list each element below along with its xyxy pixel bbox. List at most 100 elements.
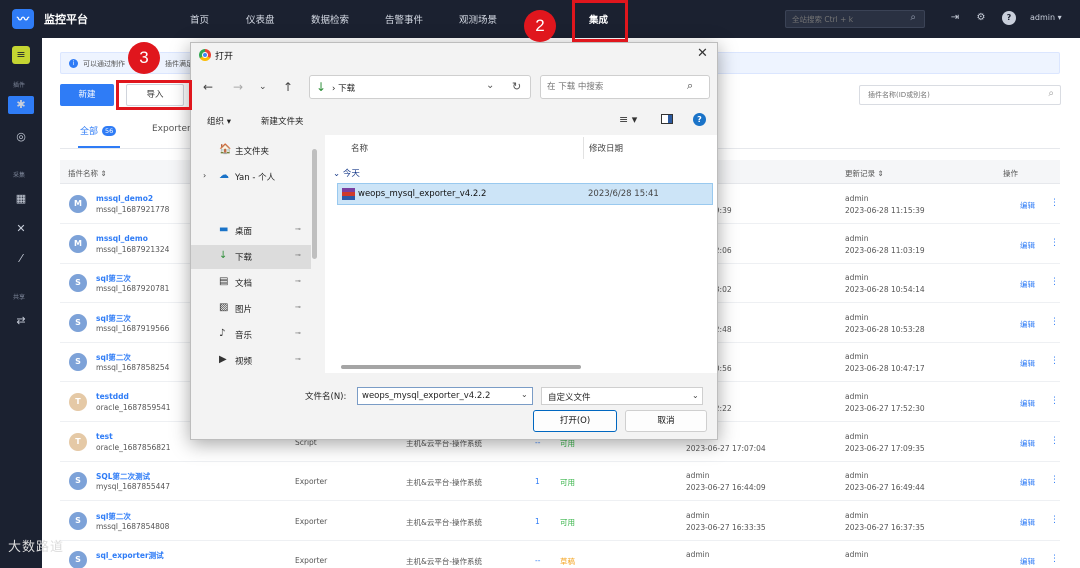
avatar: M [69,234,87,253]
view-options-icon[interactable]: ≡ ▾ [619,113,637,126]
updated-time: 2023-06-27 17:52:30 [845,404,925,413]
pin-icon: ⊸ [295,303,301,311]
filename-input[interactable] [357,387,533,405]
edit-link[interactable]: 编辑 [1020,477,1035,488]
chart-icon[interactable]: ⁄ [12,250,30,268]
back-arrow-icon[interactable]: ← [203,80,213,94]
plugin-id: mysql_1687855447 [96,482,170,492]
cancel-button[interactable]: 取消 [625,410,707,432]
more-icon[interactable]: ⋮ [1050,436,1059,446]
edit-link[interactable]: 编辑 [1020,517,1035,528]
preview-pane-icon[interactable] [661,114,673,124]
tools-icon[interactable]: ✕ [12,220,30,238]
edit-link[interactable]: 编辑 [1020,438,1035,449]
more-icon[interactable]: ⋮ [1050,515,1059,525]
chevron-down-icon[interactable]: ⌄ [486,80,494,91]
avatar: T [69,432,87,451]
group-header-today[interactable]: ⌄ 今天 [333,167,360,179]
tab-all[interactable]: 全部 [80,124,98,137]
plugin-name-link[interactable]: sql第二次 [96,511,131,522]
nav-tree-item[interactable]: 🏠 主文件夹 [191,139,311,163]
open-button[interactable]: 打开(O) [533,410,617,432]
nav-alert-events[interactable]: 告警事件 [385,12,423,26]
more-icon[interactable]: ⋮ [1050,198,1059,208]
edit-link[interactable]: 编辑 [1020,398,1035,409]
plugin-name-link[interactable]: sql_exporter测试 [96,550,164,561]
organize-menu[interactable]: 组织 ▾ [207,115,231,127]
global-search[interactable]: ⌕ [785,10,925,28]
nav-tree-item[interactable]: ▤ 文档 ⊸ [191,271,311,295]
help-icon[interactable]: ? [693,113,706,126]
tab-exporter[interactable]: Exporter [152,124,191,134]
edit-link[interactable]: 编辑 [1020,200,1035,211]
gear-icon[interactable]: ⚙ [974,11,988,25]
file-item[interactable]: weops_mysql_exporter_v4.2.2 2023/6/28 15… [337,183,713,205]
sidebar-group-plugin: 插件 [13,82,26,89]
more-icon[interactable]: ⋮ [1050,356,1059,366]
plugin-search[interactable]: ⌕ [859,85,1061,105]
edit-link[interactable]: 编辑 [1020,358,1035,369]
chevron-down-icon[interactable]: ⌄ [521,390,528,399]
plugin-name-link[interactable]: mssql_demo2 [96,194,153,203]
dialog-search-input[interactable] [547,81,677,93]
plugin-name-link[interactable]: mssql_demo [96,234,148,243]
help-icon[interactable]: ? [1002,11,1016,25]
plugin-name-link[interactable]: test [96,432,113,441]
server-icon[interactable]: ▦ [12,190,30,208]
menu-icon[interactable]: ≡ [12,46,30,64]
new-plugin-button[interactable]: 新建 [60,84,114,106]
puzzle-icon[interactable]: ✱ [8,96,34,114]
plugin-search-input[interactable] [868,89,1038,101]
nav-tree-item[interactable]: ♪ 音乐 ⊸ [191,323,311,347]
more-icon[interactable]: ⋮ [1050,554,1059,564]
col-date-modified[interactable]: 修改日期 [589,142,623,154]
plugin-name-link[interactable]: sql第三次 [96,313,131,324]
col-name[interactable]: 名称 [351,142,368,154]
chrome-icon-center [202,52,208,58]
share-icon[interactable]: ⇄ [12,312,30,330]
nav-pane-scrollbar[interactable] [312,149,317,259]
nav-data-search[interactable]: 数据检索 [311,12,349,26]
more-icon[interactable]: ⋮ [1050,277,1059,287]
edit-link[interactable]: 编辑 [1020,279,1035,290]
nav-tree-item[interactable]: ▶ 视频 ⊸ [191,349,311,373]
updated-by: admin [845,392,869,401]
edit-link[interactable]: 编辑 [1020,556,1035,567]
global-search-input[interactable] [792,13,902,25]
plugin-name-link[interactable]: sql第二次 [96,352,131,363]
nav-tree-item[interactable]: ▨ 图片 ⊸ [191,297,311,321]
edit-link[interactable]: 编辑 [1020,319,1035,330]
recent-chevron-icon[interactable]: ⌄ [259,82,267,92]
target-icon[interactable]: ◎ [12,128,30,146]
more-icon[interactable]: ⋮ [1050,396,1059,406]
user-menu[interactable]: admin ▾ [1030,13,1062,22]
nav-tree-item[interactable]: ▬ 桌面 ⊸ [191,219,311,243]
address-bar[interactable]: ↓ › 下载 ⌄ ↻ [309,75,531,99]
nav-home[interactable]: 首页 [190,12,209,26]
plugin-id: oracle_1687859541 [96,403,171,412]
col-plugin-name[interactable]: 插件名称 ⇕ [68,168,107,179]
chevron-right-icon[interactable]: › [203,171,206,180]
plugin-name-link[interactable]: testddd [96,392,129,401]
more-icon[interactable]: ⋮ [1050,317,1059,327]
up-arrow-icon[interactable]: ↑ [283,80,293,94]
plugin-name-link[interactable]: sql第三次 [96,273,131,284]
nav-tree-item[interactable]: ↓ 下载 ⊸ [191,245,311,269]
dialog-search[interactable]: ⌕ [540,75,710,99]
nav-tree-item[interactable]: ☁ Yan - 个人 › [191,165,311,189]
more-icon[interactable]: ⋮ [1050,238,1059,248]
forward-arrow-icon[interactable]: → [233,80,243,94]
col-updated[interactable]: 更新记录 ⇕ [845,168,884,179]
horizontal-scrollbar[interactable] [341,365,581,369]
new-folder-button[interactable]: 新建文件夹 [261,115,304,127]
import-export-icon[interactable]: ⇥ [948,11,962,25]
close-icon[interactable]: ✕ [697,46,708,61]
edit-link[interactable]: 编辑 [1020,240,1035,251]
plugin-name-link[interactable]: SQL第二次测试 [96,471,150,482]
more-icon[interactable]: ⋮ [1050,475,1059,485]
filetype-select[interactable]: 自定义文件 ⌄ [541,387,703,405]
activity-logo-icon[interactable]: 〰 [12,9,34,29]
nav-observe-scene[interactable]: 观测场景 [459,12,497,26]
nav-dashboard[interactable]: 仪表盘 [246,12,275,26]
refresh-icon[interactable]: ↻ [512,80,521,93]
